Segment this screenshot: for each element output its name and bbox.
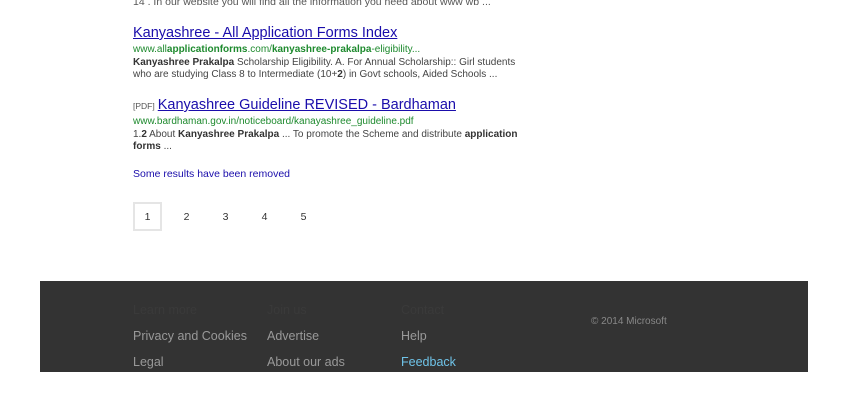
page-3-button[interactable]: 3 [211, 202, 240, 231]
copyright-text: © 2014 Microsoft [591, 316, 667, 327]
page-1-button[interactable]: 1 [133, 202, 162, 231]
footer-link-help[interactable]: Help [401, 323, 456, 349]
page-5-button[interactable]: 5 [289, 202, 318, 231]
footer-link-advertise[interactable]: Advertise [267, 323, 345, 349]
results-removed-link[interactable]: Some results have been removed [133, 168, 290, 180]
footer-link-privacy[interactable]: Privacy and Cookies [133, 323, 247, 349]
search-result: [PDF] Kanyashree Guideline REVISED - Bar… [133, 97, 533, 152]
result-url: www.allapplicationforms.com/kanyashree-p… [133, 44, 421, 55]
footer-column-join-us: Join us Advertise About our ads [267, 297, 345, 375]
result-url: www.bardhaman.gov.in/noticeboard/kanayas… [133, 116, 414, 127]
pagination: 1 2 3 4 5 [133, 202, 328, 231]
result-title-link[interactable]: Kanyashree Guideline REVISED - Bardhaman [158, 97, 456, 114]
result-snippet: 1.2 About Kanyashree Prakalpa ... To pro… [133, 129, 518, 152]
footer-link-feedback[interactable]: Feedback [401, 349, 456, 375]
pdf-tag: [PDF] [133, 101, 155, 111]
footer-heading-join-us: Join us [267, 303, 307, 317]
footer-link-about-ads[interactable]: About our ads [267, 349, 345, 375]
footer-link-legal[interactable]: Legal [133, 349, 247, 375]
page-4-button[interactable]: 4 [250, 202, 279, 231]
footer-column-contact: Contact Help Feedback [401, 297, 456, 375]
footer-heading-contact: Contact [401, 303, 445, 317]
result-title-link[interactable]: Kanyashree - All Application Forms Index [133, 25, 397, 42]
previous-result-snippet: 14 . In our website you will find all th… [133, 0, 491, 8]
page-2-button[interactable]: 2 [172, 202, 201, 231]
footer: Learn more Privacy and Cookies Legal Joi… [40, 281, 808, 372]
footer-heading-learn-more: Learn more [133, 303, 197, 317]
footer-column-learn-more: Learn more Privacy and Cookies Legal [133, 297, 247, 375]
search-result: Kanyashree - All Application Forms Index… [133, 25, 533, 80]
result-snippet: Kanyashree Prakalpa Scholarship Eligibil… [133, 57, 516, 80]
